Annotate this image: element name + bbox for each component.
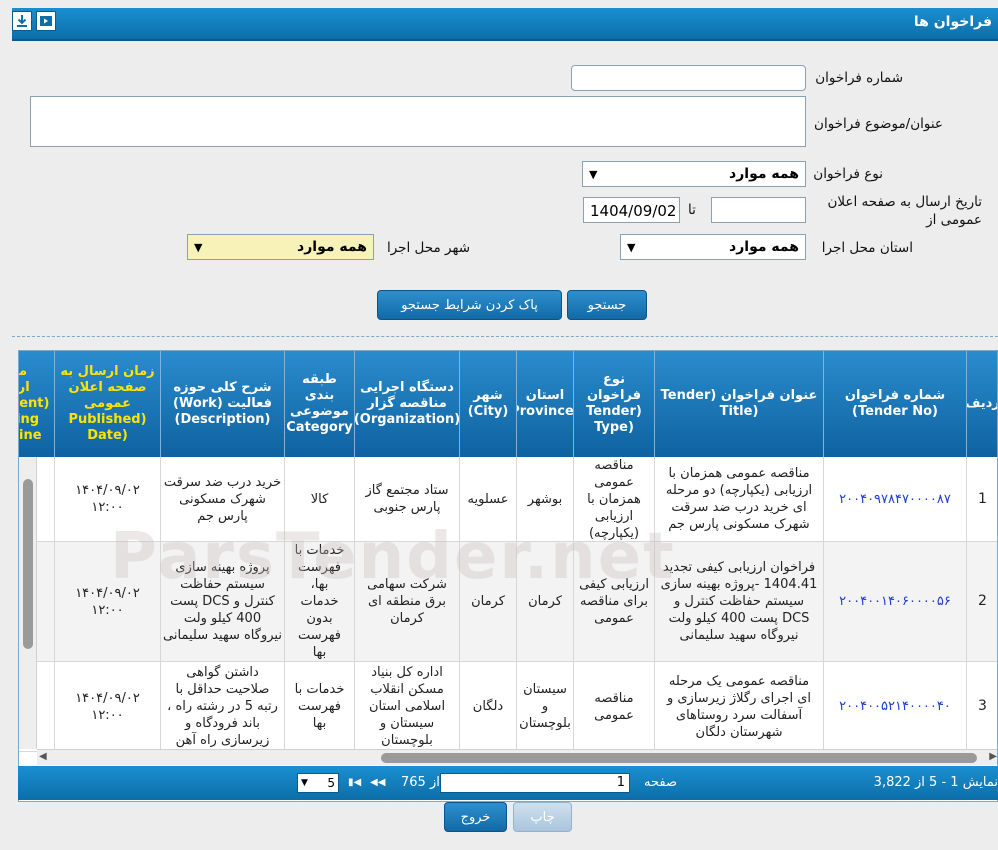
date-range-label: تاریخ ارسال به صفحه اعلان عمومی از (827, 194, 982, 228)
province-label: استان محل اجرا (821, 240, 913, 256)
header-city[interactable]: شهر (City) (460, 351, 517, 457)
header-title[interactable]: عنوان فراخوان (Tender (Title (655, 351, 824, 457)
tender-type-label: نوع فراخوان (813, 166, 883, 182)
header-type[interactable]: نوع فراخوان (Tender (Type (574, 351, 655, 457)
scroll-left-icon[interactable]: ◀ (39, 751, 47, 762)
city-value: همه موارد (297, 239, 367, 255)
subject-input[interactable] (30, 96, 806, 147)
city-label: شهر محل اجرا (386, 240, 470, 256)
page-size-value: 5 (327, 776, 335, 790)
header-deadline[interactable]: مهلت ارسال (Document Sending Deadline (19, 351, 55, 457)
cell-title: مناقصه عمومی همزمان با ارزیابی (یکپارچه)… (655, 457, 824, 542)
pager-display-text: نمایش 1 - 5 از 3,822 (873, 775, 998, 790)
scroll-right-icon[interactable]: ▶ (989, 751, 997, 762)
horizontal-scrollbar[interactable]: ◀ ▶ (37, 749, 997, 765)
province-value: همه موارد (729, 239, 799, 255)
tender-number-label: شماره فراخوان (815, 70, 903, 86)
horizontal-scroll-thumb[interactable] (381, 753, 977, 763)
tender-number-link[interactable]: ۲۰۰۴۰۰۵۲۱۴۰۰۰۰۴۰ (824, 662, 967, 752)
cell-province: سیستان و بلوچستان (517, 662, 574, 752)
pager: نمایش 1 - 5 از 3,822 صفحه 1 از 765 ◀◀ ▮◀… (18, 766, 998, 800)
video-icon[interactable] (36, 11, 56, 31)
chevron-down-icon: ▼ (627, 240, 636, 254)
date-to-label: تا (688, 202, 696, 218)
header-organization[interactable]: دستگاه اجرایی مناقصه گزار (Organization) (355, 351, 460, 457)
city-select[interactable]: همه موارد ▼ (187, 234, 374, 260)
page-size-select[interactable]: ▼ 5 (297, 773, 339, 793)
tender-number-input[interactable] (571, 65, 806, 91)
header-tender-no[interactable]: شماره فراخوان (Tender No) (824, 351, 967, 457)
prev-page-icon[interactable]: ◀◀ (370, 777, 385, 788)
print-button[interactable]: چاپ (513, 802, 572, 832)
cell-title: فراخوان ارزیابی کیفی تجدید 1404.41 -پروژ… (655, 542, 824, 662)
chevron-down-icon: ▼ (301, 778, 308, 788)
cell-organization: اداره کل بنیاد مسکن انقلاب اسلامی استان … (355, 662, 460, 752)
download-icon[interactable] (12, 11, 32, 31)
vertical-scroll-thumb[interactable] (23, 479, 33, 649)
page-count-label: از 765 (401, 775, 440, 790)
watermark-logo: ParsTender.net (110, 520, 676, 594)
first-page-icon[interactable]: ▮◀ (348, 777, 361, 788)
title-bar: فراخوان ها (12, 8, 998, 41)
tender-type-value: همه موارد (729, 166, 799, 182)
tender-type-select[interactable]: همه موارد ▼ (582, 161, 806, 187)
cell-title: مناقصه عمومی یک مرحله ای اجرای رگلاژ زیر… (655, 662, 824, 752)
header-row-number[interactable]: ردیف (967, 351, 997, 457)
tender-number-link[interactable]: ۲۰۰۴۰۹۷۸۴۷۰۰۰۰۸۷ (824, 457, 967, 542)
cell-city: دلگان (460, 662, 517, 752)
header-province[interactable]: استان (Province (517, 351, 574, 457)
vertical-scrollbar[interactable] (19, 457, 37, 749)
province-select[interactable]: همه موارد ▼ (620, 234, 806, 260)
header-category[interactable]: طبقه بندی موضوعی (Category) (285, 351, 355, 457)
divider (12, 336, 998, 337)
date-to-input[interactable]: 1404/09/02 (583, 197, 680, 223)
header-description[interactable]: شرح کلی حوزه فعالیت (Work) (Description) (161, 351, 285, 457)
cell-row-number: 3 (967, 662, 997, 752)
cell-description: داشتن گواهی صلاحیت حداقل با رتبه 5 در رش… (161, 662, 285, 752)
exit-button[interactable]: خروج (444, 802, 507, 832)
cell-type: مناقصه عمومی (574, 662, 655, 752)
header-published-date[interactable]: زمان ارسال به صفحه اعلان عمومی (Publishe… (55, 351, 161, 457)
page-title: فراخوان ها (913, 14, 992, 30)
search-button[interactable]: جستجو (567, 290, 647, 320)
subject-label: عنوان/موضوع فراخوان (814, 116, 943, 132)
cell-row-number: 1 (967, 457, 997, 542)
clear-search-button[interactable]: پاک کردن شرایط جستجو (377, 290, 562, 320)
page-number-input[interactable]: 1 (440, 773, 630, 793)
chevron-down-icon: ▼ (194, 240, 203, 254)
chevron-down-icon: ▼ (589, 167, 598, 181)
cell-published-date: ۱۴۰۴/۰۹/۰۲ ۱۲:۰۰ (55, 662, 161, 752)
page-label: صفحه (644, 775, 677, 790)
cell-category: خدمات با فهرست بها (285, 662, 355, 752)
cell-row-number: 2 (967, 542, 997, 662)
tender-number-link[interactable]: ۲۰۰۴۰۰۱۴۰۶۰۰۰۰۵۶ (824, 542, 967, 662)
date-from-input[interactable] (711, 197, 806, 223)
